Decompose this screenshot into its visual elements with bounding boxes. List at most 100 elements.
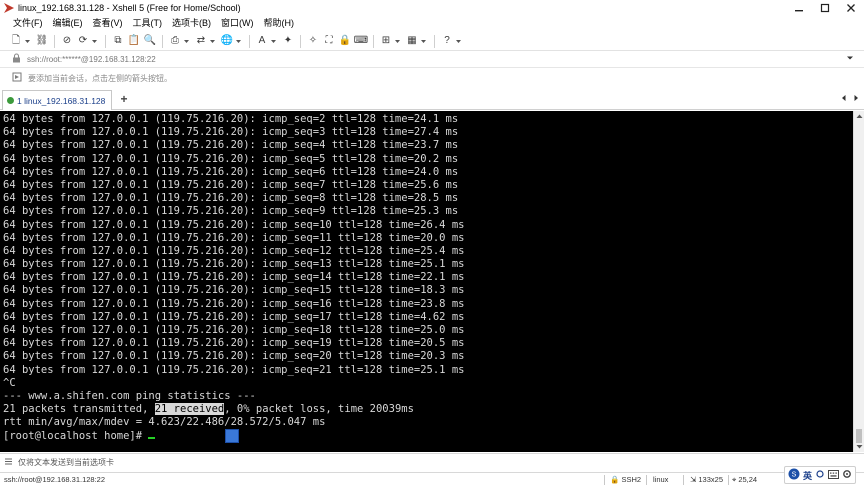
scroll-up-button[interactable] (855, 112, 864, 121)
transfer-dropdown-button[interactable] (209, 34, 216, 48)
new-session-button[interactable]: 🗋 (9, 34, 23, 48)
terminal-scrollbar[interactable] (853, 111, 864, 452)
scroll-thumb[interactable] (856, 429, 862, 443)
tab-session-1[interactable]: 1 linux_192.168.31.128 (2, 90, 112, 110)
layout-button[interactable]: ▦ (405, 34, 419, 48)
toolbar: 🗋 ⛓ ⊘ ⟳ ⧉ 📋 🔍 ⎙ ⇄ 🌐 A ✦ ✧ ⛶ 🔒 ⌨ ⊞ ▦? (0, 32, 864, 51)
chevron-down-icon (395, 39, 400, 43)
add-session-arrow-button[interactable] (12, 72, 22, 84)
size-icon: ⇲ (690, 475, 697, 484)
script-button[interactable]: ✧ (306, 34, 320, 48)
terminal-line: 64 bytes from 127.0.0.1 (119.75.216.20):… (3, 324, 465, 336)
toolbar-separator (105, 34, 106, 48)
disconnect-button[interactable]: ⊘ (60, 34, 74, 48)
menu-file[interactable]: 文件(F) (8, 16, 48, 31)
print-button[interactable]: ⎙ (168, 34, 182, 48)
terminal-line: ^C (3, 376, 16, 389)
new-session-icon: 🗋 (11, 35, 21, 46)
rtt-line: rtt min/avg/max/mdev = 4.623/22.486/28.5… (3, 416, 326, 429)
reconnect-icon: ⟳ (78, 35, 88, 46)
chevron-down-icon (184, 39, 189, 43)
globe-dropdown-button[interactable] (235, 34, 242, 48)
ime-mode-toggle[interactable]: 英 (803, 469, 812, 482)
globe-button[interactable]: 🌐 (220, 34, 234, 48)
shell-prompt: [root@localhost home]# (3, 429, 149, 442)
address-dropdown-button[interactable] (846, 54, 854, 64)
terminal-line: 64 bytes from 127.0.0.1 (119.75.216.20):… (3, 244, 465, 257)
compose-target-text: 仅将文本发送到当前选项卡 (18, 458, 114, 467)
keyboard-button[interactable]: ⌨ (354, 34, 368, 48)
terminal-line: 64 bytes from 127.0.0.1 (119.75.216.20):… (3, 205, 459, 218)
scroll-down-button[interactable] (855, 442, 864, 451)
tab-next-button[interactable] (852, 94, 860, 104)
session-hint-text: 要添加当前会话，点击左侧的箭头按钮。 (28, 73, 172, 83)
menu-window[interactable]: 窗口(W) (216, 16, 259, 31)
print-dropdown-button[interactable] (183, 34, 190, 48)
text-selection: 21 received (154, 403, 225, 416)
terminal-line: 64 bytes from 127.0.0.1 (119.75.216.20):… (3, 192, 459, 205)
add-tab-button[interactable]: + (117, 92, 131, 106)
fullscreen-button[interactable]: ⛶ (322, 34, 336, 48)
terminal-output[interactable]: 64 bytes from 127.0.0.1 (119.75.216.20):… (0, 111, 853, 452)
layout-dropdown-button[interactable] (420, 34, 427, 48)
chevron-down-icon (25, 39, 30, 43)
compose-dropdown-button[interactable] (394, 34, 401, 48)
ime-keyboard-icon[interactable] (828, 469, 839, 481)
transfer-icon: ⇄ (196, 35, 206, 46)
lock-button[interactable]: 🔒 (338, 34, 352, 48)
menu-help[interactable]: 帮助(H) (259, 16, 300, 31)
maximize-button[interactable] (812, 0, 838, 16)
ime-float-icon[interactable] (225, 429, 239, 443)
toolbar-separator (54, 34, 55, 48)
link-icon: ⛓ (35, 35, 49, 46)
reconnect-button[interactable]: ⟳ (76, 34, 90, 48)
copy-button[interactable]: ⧉ (111, 34, 125, 48)
minimize-icon (795, 10, 803, 12)
shell-prompt-line: [root@localhost home]# (0, 430, 853, 443)
transfer-button[interactable]: ⇄ (194, 34, 208, 48)
font-dropdown-button[interactable] (270, 34, 277, 48)
compose-menu-button[interactable] (4, 457, 13, 468)
window-controls (786, 0, 864, 16)
xftp-button[interactable]: ✦ (281, 34, 295, 48)
reconnect-dropdown-button[interactable] (91, 34, 98, 48)
terminal-cursor (148, 436, 156, 439)
status-connection: ssh://root@192.168.31.128:22 (4, 475, 106, 484)
link-button[interactable]: ⛓ (35, 34, 49, 48)
minimize-button[interactable] (786, 0, 812, 16)
menu-edit[interactable]: 编辑(E) (48, 16, 88, 31)
terminal-line: 64 bytes from 127.0.0.1 (119.75.216.20):… (3, 218, 465, 231)
help-button[interactable]: ? (440, 34, 454, 48)
paste-button[interactable]: 📋 (127, 34, 141, 48)
find-button[interactable]: 🔍 (143, 34, 157, 48)
font-button[interactable]: A (255, 34, 269, 48)
help-dropdown-button[interactable] (455, 34, 462, 48)
chevron-down-icon (856, 445, 863, 449)
ime-settings-icon[interactable] (842, 469, 852, 481)
tab-label: 1 linux_192.168.31.128 (17, 95, 106, 106)
close-button[interactable] (838, 0, 864, 16)
address-input[interactable]: ssh://root:******@192.168.31.128:22 (27, 55, 156, 64)
fullscreen-icon: ⛶ (325, 35, 333, 46)
font-icon: A (258, 35, 266, 46)
toolbar-separator (249, 34, 250, 48)
menu-tools[interactable]: 工具(T) (128, 16, 168, 31)
keyboard-icon: ⌨ (353, 35, 369, 46)
menu-view[interactable]: 查看(V) (88, 16, 128, 31)
menu-tabs[interactable]: 选项卡(B) (167, 16, 216, 31)
ime-punctuation-icon[interactable] (815, 469, 825, 481)
terminal-line: 64 bytes from 127.0.0.1 (119.75.216.20):… (3, 126, 459, 139)
window-title: linux_192.168.31.128 - Xshell 5 (Free fo… (18, 3, 241, 13)
ime-toolbar[interactable]: S 英 (783, 466, 856, 484)
tab-prev-button[interactable] (840, 94, 848, 104)
toolbar-separator (373, 34, 374, 48)
new-session-dropdown-button[interactable] (24, 34, 31, 48)
script-icon: ✧ (308, 35, 318, 46)
address-bar: ssh://root:******@192.168.31.128:22 (0, 51, 864, 68)
chevron-down-icon (271, 39, 276, 43)
menu-bar: 文件(F) 编辑(E) 查看(V) 工具(T) 选项卡(B) 窗口(W) 帮助(… (0, 16, 864, 31)
toolbar-separator (434, 34, 435, 48)
compose-button[interactable]: ⊞ (379, 34, 393, 48)
terminal-line: 64 bytes from 127.0.0.1 (119.75.216.20):… (3, 337, 465, 350)
session-hint-bar: 要添加当前会话，点击左侧的箭头按钮。 (0, 69, 864, 87)
